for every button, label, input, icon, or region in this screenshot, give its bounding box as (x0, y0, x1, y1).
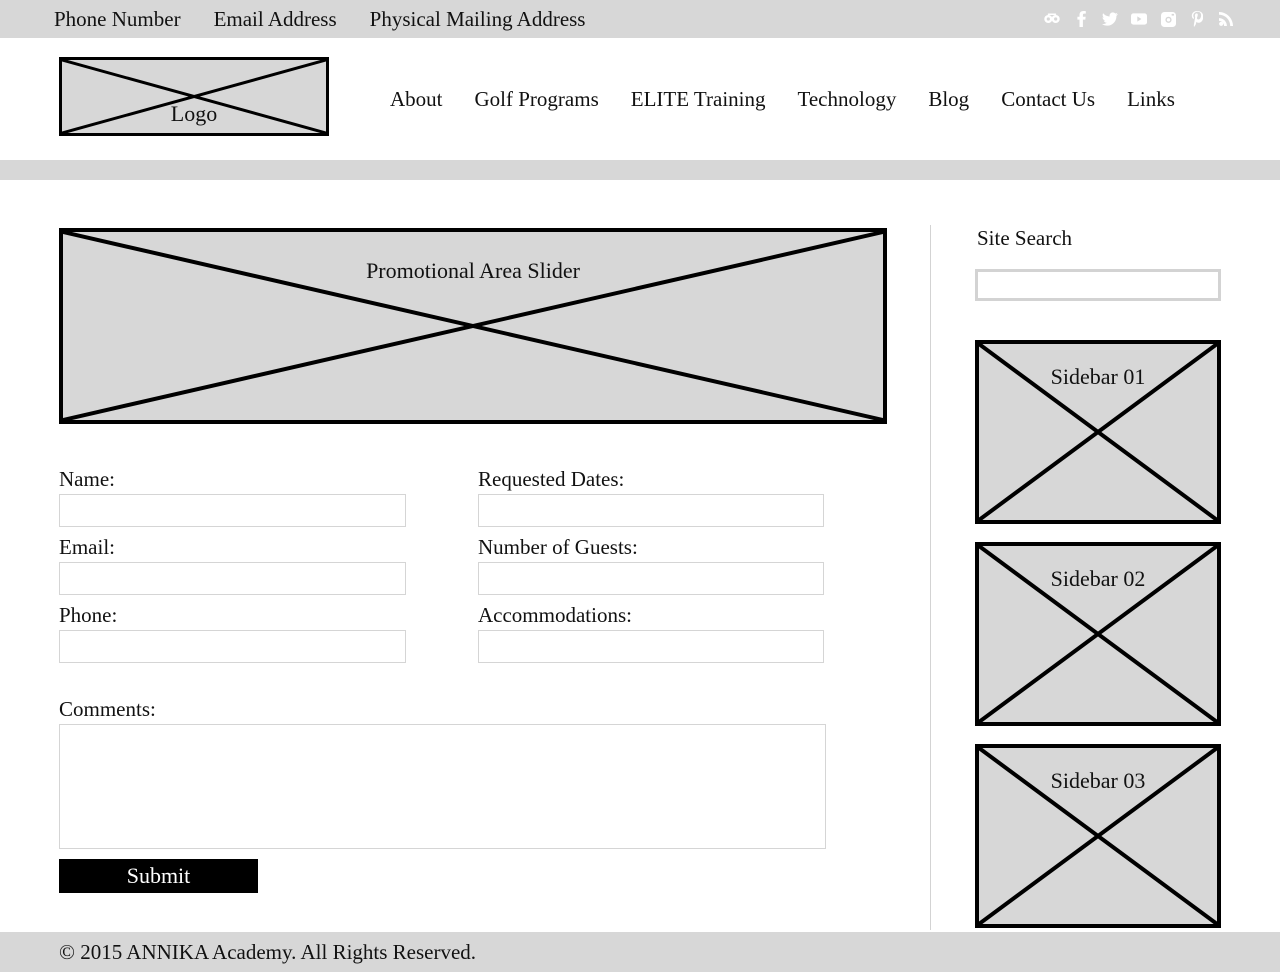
header-separator-band (0, 160, 1280, 180)
form-column-left: Name: Email: Phone: (59, 466, 406, 670)
requested-dates-input[interactable] (478, 494, 824, 527)
topbar-link-phone[interactable]: Phone Number (54, 8, 181, 30)
name-input[interactable] (59, 494, 406, 527)
sidebar-placeholder-02[interactable]: Sidebar 02 (975, 542, 1221, 726)
main-navigation: About Golf Programs ELITE Training Techn… (390, 38, 1175, 160)
site-footer: © 2015 ANNIKA Academy. All Rights Reserv… (0, 932, 1280, 972)
email-label: Email: (59, 535, 115, 559)
topbar-link-address[interactable]: Physical Mailing Address (370, 8, 586, 30)
tripadvisor-icon[interactable] (1044, 11, 1060, 27)
comments-group: Comments: (59, 696, 887, 849)
nav-item-technology[interactable]: Technology (798, 88, 897, 110)
topbar-link-email[interactable]: Email Address (214, 8, 337, 30)
social-links (1044, 0, 1234, 38)
sidebar-placeholder-01-label: Sidebar 01 (1050, 364, 1146, 389)
site-header: Logo About Golf Programs ELITE Training … (0, 38, 1280, 160)
rss-icon[interactable] (1218, 11, 1234, 27)
comments-textarea[interactable] (59, 724, 826, 849)
content-area: Promotional Area Slider Name: Email: Pho… (0, 180, 1280, 932)
form-columns: Name: Email: Phone: Requested Dates: Num… (59, 466, 887, 688)
form-column-right: Requested Dates: Number of Guests: Accom… (478, 466, 825, 670)
copyright-text: © 2015 ANNIKA Academy. All Rights Reserv… (59, 940, 477, 964)
contact-links: Phone Number Email Address Physical Mail… (54, 8, 618, 30)
accommodations-input[interactable] (478, 630, 824, 663)
accommodations-label: Accommodations: (478, 603, 632, 627)
sidebar-placeholder-03-label: Sidebar 03 (1050, 768, 1146, 793)
promotional-slider-placeholder[interactable]: Promotional Area Slider (59, 228, 887, 424)
sidebar-column: Site Search Sidebar 01 Sidebar 02 Sideba… (975, 228, 1221, 946)
name-label: Name: (59, 467, 115, 491)
comments-label: Comments: (59, 697, 156, 721)
nav-item-blog[interactable]: Blog (928, 88, 969, 110)
nav-item-elite-training[interactable]: ELITE Training (631, 88, 766, 110)
twitter-icon[interactable] (1102, 11, 1118, 27)
email-input[interactable] (59, 562, 406, 595)
requested-dates-label: Requested Dates: (478, 467, 625, 491)
phone-label: Phone: (59, 603, 118, 627)
top-utility-bar: Phone Number Email Address Physical Mail… (0, 0, 1280, 38)
number-of-guests-label: Number of Guests: (478, 535, 638, 559)
column-divider (930, 225, 931, 930)
pinterest-icon[interactable] (1189, 11, 1205, 27)
facebook-icon[interactable] (1073, 11, 1089, 27)
reservation-form: Name: Email: Phone: Requested Dates: Num… (59, 466, 887, 893)
slider-label: Promotional Area Slider (366, 258, 580, 283)
sidebar-placeholder-03[interactable]: Sidebar 03 (975, 744, 1221, 928)
nav-item-about[interactable]: About (390, 88, 443, 110)
phone-input[interactable] (59, 630, 406, 663)
number-of-guests-input[interactable] (478, 562, 824, 595)
instagram-icon[interactable] (1160, 11, 1176, 27)
nav-item-links[interactable]: Links (1127, 88, 1175, 110)
nav-item-contact-us[interactable]: Contact Us (1001, 88, 1095, 110)
sidebar-placeholder-01[interactable]: Sidebar 01 (975, 340, 1221, 524)
site-search-input[interactable] (975, 269, 1221, 301)
youtube-icon[interactable] (1131, 11, 1147, 27)
site-search-label: Site Search (977, 226, 1073, 250)
logo-label: Logo (170, 101, 218, 126)
logo-placeholder[interactable]: Logo (59, 57, 329, 136)
sidebar-placeholder-02-label: Sidebar 02 (1050, 566, 1146, 591)
submit-button[interactable]: Submit (59, 859, 258, 893)
nav-item-golf-programs[interactable]: Golf Programs (475, 88, 599, 110)
